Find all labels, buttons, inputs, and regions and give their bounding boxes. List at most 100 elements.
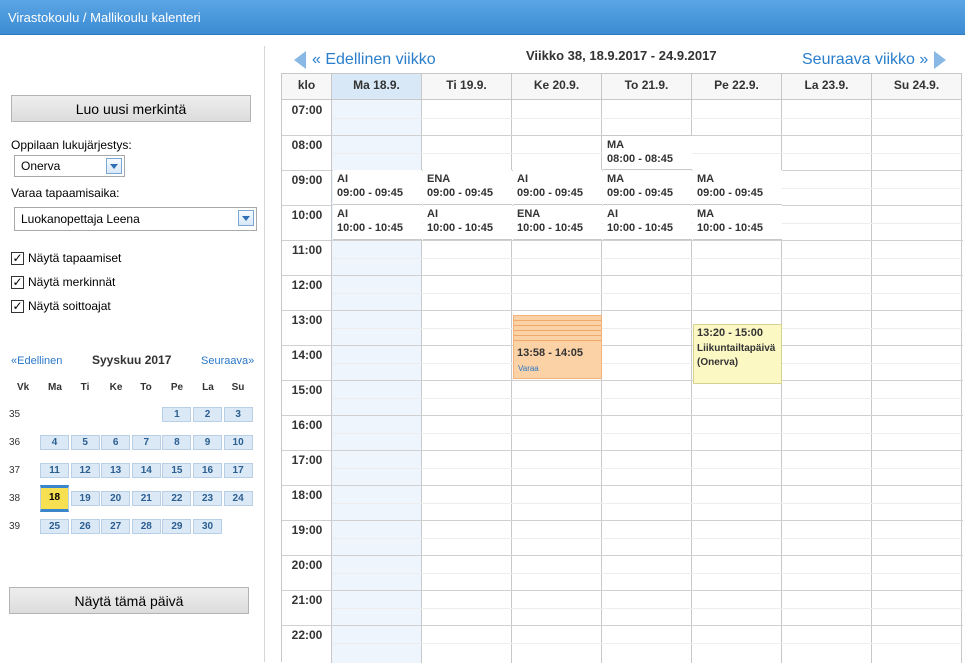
- lesson-time: 09:00 - 09:45: [607, 187, 674, 199]
- calendar-entry-owner: (Onerva): [697, 356, 739, 368]
- day-column-header[interactable]: Pe 22.9.: [692, 74, 782, 100]
- mini-calendar-day[interactable]: 5: [70, 435, 100, 450]
- booking-slot-book-link[interactable]: Varaa: [518, 364, 539, 373]
- day-column-header[interactable]: Ma 18.9.: [332, 74, 422, 100]
- lesson-subject: AI: [337, 173, 348, 185]
- hour-gridline: [282, 450, 963, 451]
- mini-calendar-prev-link[interactable]: «Edellinen: [11, 355, 62, 367]
- lesson-subject: AI: [517, 173, 528, 185]
- mini-calendar-day[interactable]: 18: [40, 485, 69, 512]
- show-today-button[interactable]: Näytä tämä päivä: [9, 587, 249, 614]
- mini-calendar-day[interactable]: 12: [70, 463, 100, 478]
- day-column[interactable]: [872, 100, 962, 663]
- booking-slot[interactable]: 13:58 - 14:05 Varaa: [513, 315, 602, 379]
- half-hour-gridline: [332, 257, 963, 259]
- hour-label: 14:00: [291, 348, 323, 362]
- hour-label: 09:00: [291, 173, 323, 187]
- booking-select[interactable]: Luokanopettaja Leena: [14, 207, 257, 231]
- mini-calendar-day[interactable]: 15: [162, 463, 192, 478]
- arrow-left-icon: [294, 51, 306, 69]
- mini-calendar-day[interactable]: 30: [193, 519, 222, 534]
- mini-calendar-day[interactable]: 4: [40, 435, 69, 450]
- app-title-bar: Virastokoulu / Mallikoulu kalenteri: [0, 0, 965, 35]
- mini-calendar-day[interactable]: 24: [223, 491, 253, 506]
- half-hour-gridline: [332, 397, 963, 399]
- mini-calendar-next-link[interactable]: Seuraava»: [201, 355, 254, 367]
- lesson-time: 09:00 - 09:45: [337, 187, 404, 199]
- chevron-down-icon[interactable]: [238, 210, 254, 226]
- day-column-header[interactable]: To 21.9.: [602, 74, 692, 100]
- lesson-time: 09:00 - 09:45: [427, 187, 494, 199]
- checkbox-checked-icon[interactable]: [11, 275, 24, 289]
- mini-calendar-day[interactable]: 21: [131, 491, 161, 506]
- mini-calendar-day[interactable]: 7: [131, 435, 161, 450]
- mini-calendar-day[interactable]: 20: [101, 491, 131, 506]
- mini-calendar-header-2: Ti: [80, 382, 90, 393]
- lesson-event[interactable]: MA 08:00 - 08:45: [603, 135, 692, 170]
- lesson-event[interactable]: AI 10:00 - 10:45: [423, 205, 512, 240]
- mini-calendar-day[interactable]: 23: [193, 491, 222, 506]
- calendar-entry-time: 13:20 - 15:00: [697, 326, 764, 339]
- lesson-time: 10:00 - 10:45: [697, 222, 764, 234]
- mini-calendar-day[interactable]: 28: [131, 519, 161, 534]
- mini-calendar-day[interactable]: 9: [193, 435, 222, 450]
- mini-calendar-day[interactable]: 11: [40, 463, 69, 478]
- show-call-times-checkbox[interactable]: Näytä soittoajat: [11, 299, 111, 313]
- day-column[interactable]: [782, 100, 872, 663]
- lesson-time: 10:00 - 10:45: [427, 222, 494, 234]
- mini-calendar-week-number: 39: [9, 521, 21, 532]
- lesson-event[interactable]: AI 09:00 - 09:45: [513, 170, 602, 205]
- hour-gridline: [282, 415, 963, 416]
- day-column-header[interactable]: Su 24.9.: [872, 74, 962, 100]
- week-title: Viikko 38, 18.9.2017 - 24.9.2017: [526, 48, 717, 63]
- lesson-subject: MA: [607, 173, 625, 185]
- day-column-header[interactable]: La 23.9.: [782, 74, 872, 100]
- new-entry-button[interactable]: Luo uusi merkintä: [11, 95, 251, 122]
- prev-week-link[interactable]: « Edellinen viikko: [294, 51, 436, 69]
- lesson-event[interactable]: AI 10:00 - 10:45: [333, 205, 422, 240]
- hour-label: 08:00: [291, 138, 323, 152]
- lesson-subject: AI: [607, 208, 618, 220]
- mini-calendar-day[interactable]: 10: [223, 435, 253, 450]
- lesson-event[interactable]: MA 09:00 - 09:45: [693, 170, 782, 205]
- prev-week-label: « Edellinen viikko: [312, 51, 436, 68]
- lesson-event[interactable]: MA 10:00 - 10:45: [693, 205, 782, 240]
- lesson-subject: AI: [427, 208, 438, 220]
- mini-calendar-day[interactable]: 17: [223, 463, 253, 478]
- mini-calendar-day[interactable]: 29: [162, 519, 192, 534]
- time-column-header: klo: [282, 74, 332, 100]
- mini-calendar-day[interactable]: 27: [101, 519, 131, 534]
- lesson-event[interactable]: MA 09:00 - 09:45: [603, 170, 692, 205]
- booking-slot-time: 13:58 - 14:05: [517, 347, 584, 359]
- mini-calendar-day[interactable]: 14: [131, 463, 161, 478]
- mini-calendar-day[interactable]: 2: [193, 407, 222, 422]
- mini-calendar-day[interactable]: 8: [162, 435, 192, 450]
- half-hour-gridline: [332, 572, 963, 574]
- hour-label: 16:00: [291, 418, 323, 432]
- mini-calendar-day[interactable]: 13: [101, 463, 131, 478]
- lesson-event[interactable]: AI 09:00 - 09:45: [333, 170, 422, 205]
- lesson-event[interactable]: ENA 09:00 - 09:45: [423, 170, 512, 205]
- next-week-link[interactable]: Seuraava viikko »: [802, 51, 947, 69]
- checkbox-checked-icon[interactable]: [11, 299, 24, 313]
- calendar-entry[interactable]: 13:20 - 15:00 Liikuntailtapäivä (Onerva): [693, 323, 782, 384]
- mini-calendar-day[interactable]: 26: [70, 519, 100, 534]
- day-column-header[interactable]: Ti 19.9.: [422, 74, 512, 100]
- mini-calendar-day[interactable]: 19: [70, 491, 100, 506]
- mini-calendar-day[interactable]: 1: [162, 407, 192, 422]
- lesson-event[interactable]: AI 10:00 - 10:45: [603, 205, 692, 240]
- mini-calendar-day[interactable]: 6: [101, 435, 131, 450]
- schedule-select-value: Onerva: [21, 159, 61, 173]
- mini-calendar-day[interactable]: 25: [40, 519, 69, 534]
- schedule-select[interactable]: Onerva: [14, 155, 125, 177]
- checkbox-checked-icon[interactable]: [11, 251, 24, 265]
- lesson-event[interactable]: ENA 10:00 - 10:45: [513, 205, 602, 240]
- mini-calendar-day[interactable]: 3: [223, 407, 253, 422]
- mini-calendar-day[interactable]: 16: [193, 463, 222, 478]
- chevron-down-icon[interactable]: [106, 158, 122, 174]
- show-appointments-checkbox[interactable]: Näytä tapaamiset: [11, 251, 121, 265]
- show-entries-checkbox[interactable]: Näytä merkinnät: [11, 275, 115, 289]
- hour-label: 13:00: [291, 313, 323, 327]
- day-column-header[interactable]: Ke 20.9.: [512, 74, 602, 100]
- mini-calendar-day[interactable]: 22: [162, 491, 192, 506]
